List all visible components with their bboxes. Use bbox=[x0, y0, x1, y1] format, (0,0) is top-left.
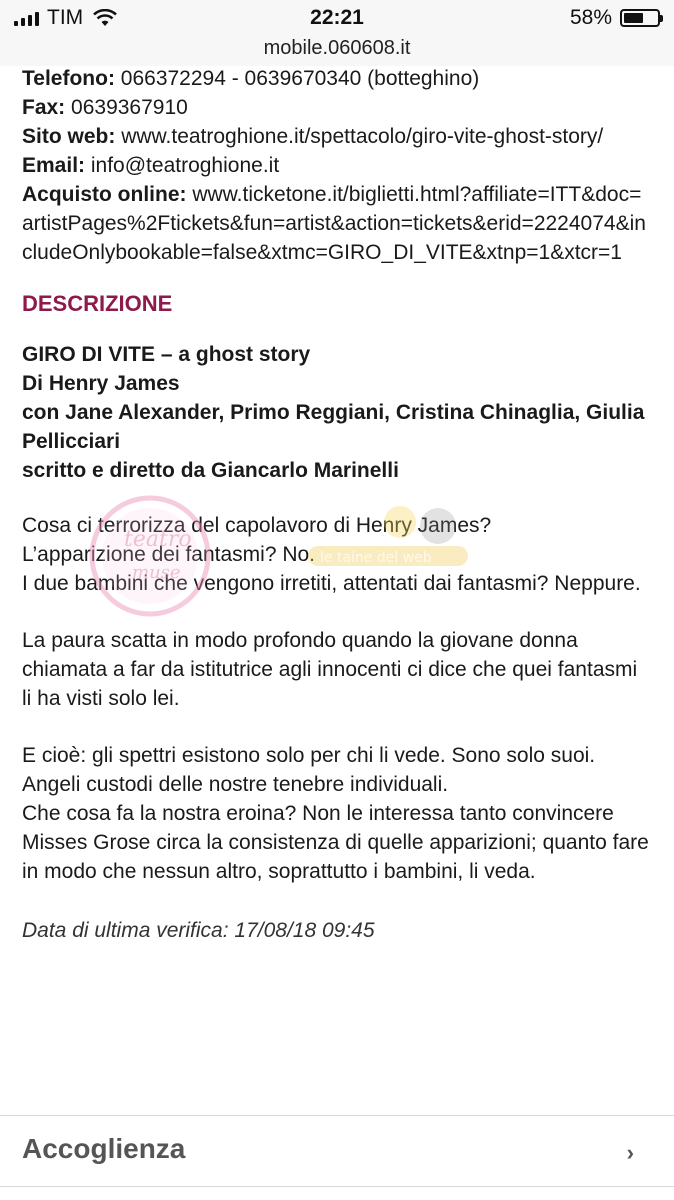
last-verified: Data di ultima verifica: 17/08/18 09:45 bbox=[22, 919, 375, 942]
phone-value[interactable]: 066372294 - 0639670340 (botteghino) bbox=[121, 67, 479, 90]
battery-group: 58% bbox=[569, 6, 663, 30]
accordion-label: Accoglienza bbox=[22, 1133, 186, 1164]
phone-label: Telefono: bbox=[22, 67, 115, 90]
paragraph-line: E cioè: gli spettri esistono solo per ch… bbox=[22, 744, 596, 796]
website-link[interactable]: www.teatroghione.it/spettacolo/giro-vite… bbox=[121, 125, 603, 148]
address-bar[interactable]: mobile.060608.it bbox=[0, 36, 674, 66]
battery-fill bbox=[624, 13, 643, 23]
show-author: Di Henry James bbox=[22, 372, 180, 395]
fax-label: Fax: bbox=[22, 96, 66, 119]
phone-row: Telefono: 066372294 - 0639670340 (botteg… bbox=[22, 64, 652, 93]
online-purchase-label: Acquisto online: bbox=[22, 183, 187, 206]
online-purchase-row: Acquisto online: www.ticketone.it/biglie… bbox=[22, 180, 652, 267]
paragraph-line: L’apparizione dei fantasmi? No. bbox=[22, 543, 316, 566]
website-row: Sito web: www.teatroghione.it/spettacolo… bbox=[22, 122, 652, 151]
show-credits: GIRO DI VITE – a ghost story Di Henry Ja… bbox=[22, 340, 652, 485]
show-title: GIRO DI VITE – a ghost story bbox=[22, 343, 311, 366]
email-row: Email: info@teatroghione.it bbox=[22, 151, 652, 180]
paragraph-line: Cosa ci terrorizza del capolavoro di Hen… bbox=[22, 514, 492, 537]
description-heading: DESCRIZIONE bbox=[22, 291, 173, 316]
accoglienza-accordion[interactable]: Accoglienza › bbox=[0, 1116, 674, 1186]
divider bbox=[0, 1186, 674, 1187]
event-details: Telefono: 066372294 - 0639670340 (botteg… bbox=[22, 64, 652, 945]
fax-value: 0639367910 bbox=[71, 96, 188, 119]
url-text: mobile.060608.it bbox=[263, 37, 411, 59]
description-paragraph-2: La paura scatta in modo profondo quando … bbox=[22, 629, 638, 710]
status-bar: TIM 22:21 58% bbox=[0, 0, 674, 36]
email-link[interactable]: info@teatroghione.it bbox=[91, 154, 279, 177]
battery-percent: 58% bbox=[569, 6, 612, 29]
description-paragraph-1: Cosa ci terrorizza del capolavoro di Hen… bbox=[22, 511, 652, 598]
battery-icon bbox=[620, 9, 663, 27]
show-cast: con Jane Alexander, Primo Reggiani, Cris… bbox=[22, 401, 645, 453]
paragraph-line: Che cosa fa la nostra eroina? Non le int… bbox=[22, 802, 649, 883]
website-label: Sito web: bbox=[22, 125, 116, 148]
fax-row: Fax: 0639367910 bbox=[22, 93, 652, 122]
paragraph-line: I due bambini che vengono irretiti, atte… bbox=[22, 572, 641, 595]
chevron-right-icon: › bbox=[626, 1140, 634, 1165]
show-director: scritto e diretto da Giancarlo Marinelli bbox=[22, 459, 399, 482]
email-label: Email: bbox=[22, 154, 86, 177]
description-paragraph-3: E cioè: gli spettri esistono solo per ch… bbox=[22, 741, 652, 886]
